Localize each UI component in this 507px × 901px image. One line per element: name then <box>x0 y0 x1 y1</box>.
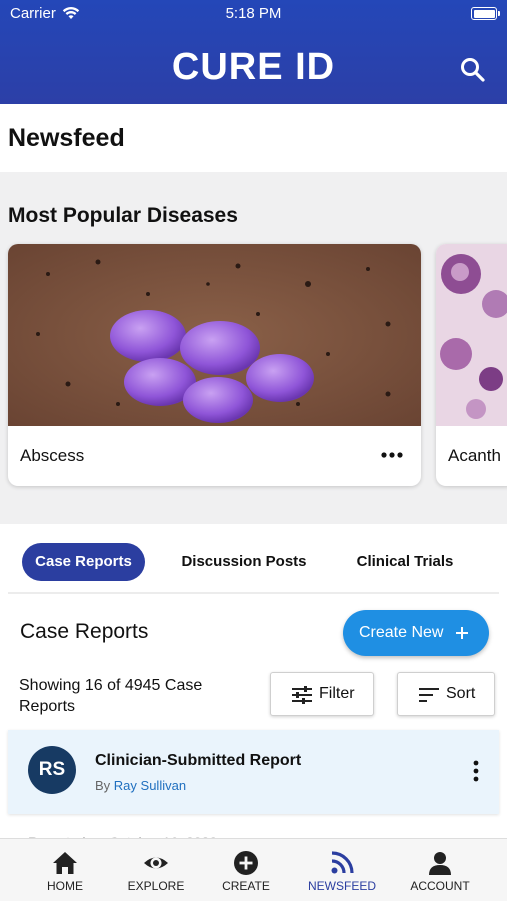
app-title: CURE ID <box>171 46 336 88</box>
nav-account-label: ACCOUNT <box>410 879 470 893</box>
case-report-card[interactable]: RS Clinician-Submitted Report By Ray Sul… <box>8 730 499 814</box>
bottom-navigation: HOME EXPLORE CREATE NEWSFEED ACCOUNT <box>0 838 507 901</box>
report-author-link[interactable]: Ray Sullivan <box>114 778 186 793</box>
tab-case-reports[interactable]: Case Reports <box>22 543 145 581</box>
nav-create[interactable]: CREATE <box>218 839 274 901</box>
avatar: RS <box>28 746 76 794</box>
plus-icon <box>456 627 468 639</box>
page-title: Newsfeed <box>8 124 125 152</box>
sliders-icon <box>292 686 312 704</box>
nav-home[interactable]: HOME <box>36 839 94 901</box>
sort-label: Sort <box>446 685 476 702</box>
more-horizontal-icon[interactable] <box>381 450 403 460</box>
rss-icon <box>331 851 354 874</box>
nav-explore-label: EXPLORE <box>127 879 185 893</box>
tab-clinical-trials[interactable]: Clinical Trials <box>345 543 465 581</box>
popular-diseases-title: Most Popular Diseases <box>8 204 238 227</box>
status-bar: Carrier 5:18 PM <box>10 5 500 23</box>
report-title: Clinician-Submitted Report <box>95 752 302 769</box>
disease-card-label: Acanth <box>448 446 501 465</box>
nav-create-label: CREATE <box>222 879 270 893</box>
report-byline: By Ray Sullivan <box>95 778 186 793</box>
search-icon[interactable] <box>459 56 487 84</box>
sort-button[interactable]: Sort <box>397 672 495 716</box>
app-header: Carrier 5:18 PM CURE ID <box>0 0 507 104</box>
nav-newsfeed[interactable]: NEWSFEED <box>303 839 381 901</box>
byline-prefix: By <box>95 778 111 793</box>
nav-newsfeed-label: NEWSFEED <box>307 879 376 893</box>
nav-home-label: HOME <box>47 879 83 893</box>
nav-explore[interactable]: EXPLORE <box>124 839 188 901</box>
results-count: Showing 16 of 4945 Case Reports <box>19 677 203 715</box>
filter-button[interactable]: Filter <box>270 672 374 716</box>
person-icon <box>429 852 451 875</box>
filter-label: Filter <box>319 685 355 702</box>
disease-image <box>436 244 507 426</box>
create-new-label: Create New <box>359 624 444 641</box>
tab-divider <box>8 592 499 594</box>
nav-account[interactable]: ACCOUNT <box>405 839 475 901</box>
sort-icon <box>419 688 439 702</box>
status-time: 5:18 PM <box>225 5 282 22</box>
home-icon <box>53 852 77 874</box>
more-vertical-icon[interactable] <box>473 760 479 782</box>
plus-circle-icon <box>234 851 258 875</box>
disease-card-abscess[interactable]: Abscess <box>8 244 421 486</box>
disease-card-label: Abscess <box>20 446 85 465</box>
disease-card-partial[interactable]: Acanth <box>436 244 507 486</box>
case-reports-heading: Case Reports <box>20 620 149 643</box>
create-new-button[interactable]: Create New <box>343 610 489 656</box>
battery-icon <box>471 7 500 20</box>
eye-icon <box>144 857 168 869</box>
tab-discussion-posts[interactable]: Discussion Posts <box>168 543 320 581</box>
disease-image <box>8 244 421 426</box>
